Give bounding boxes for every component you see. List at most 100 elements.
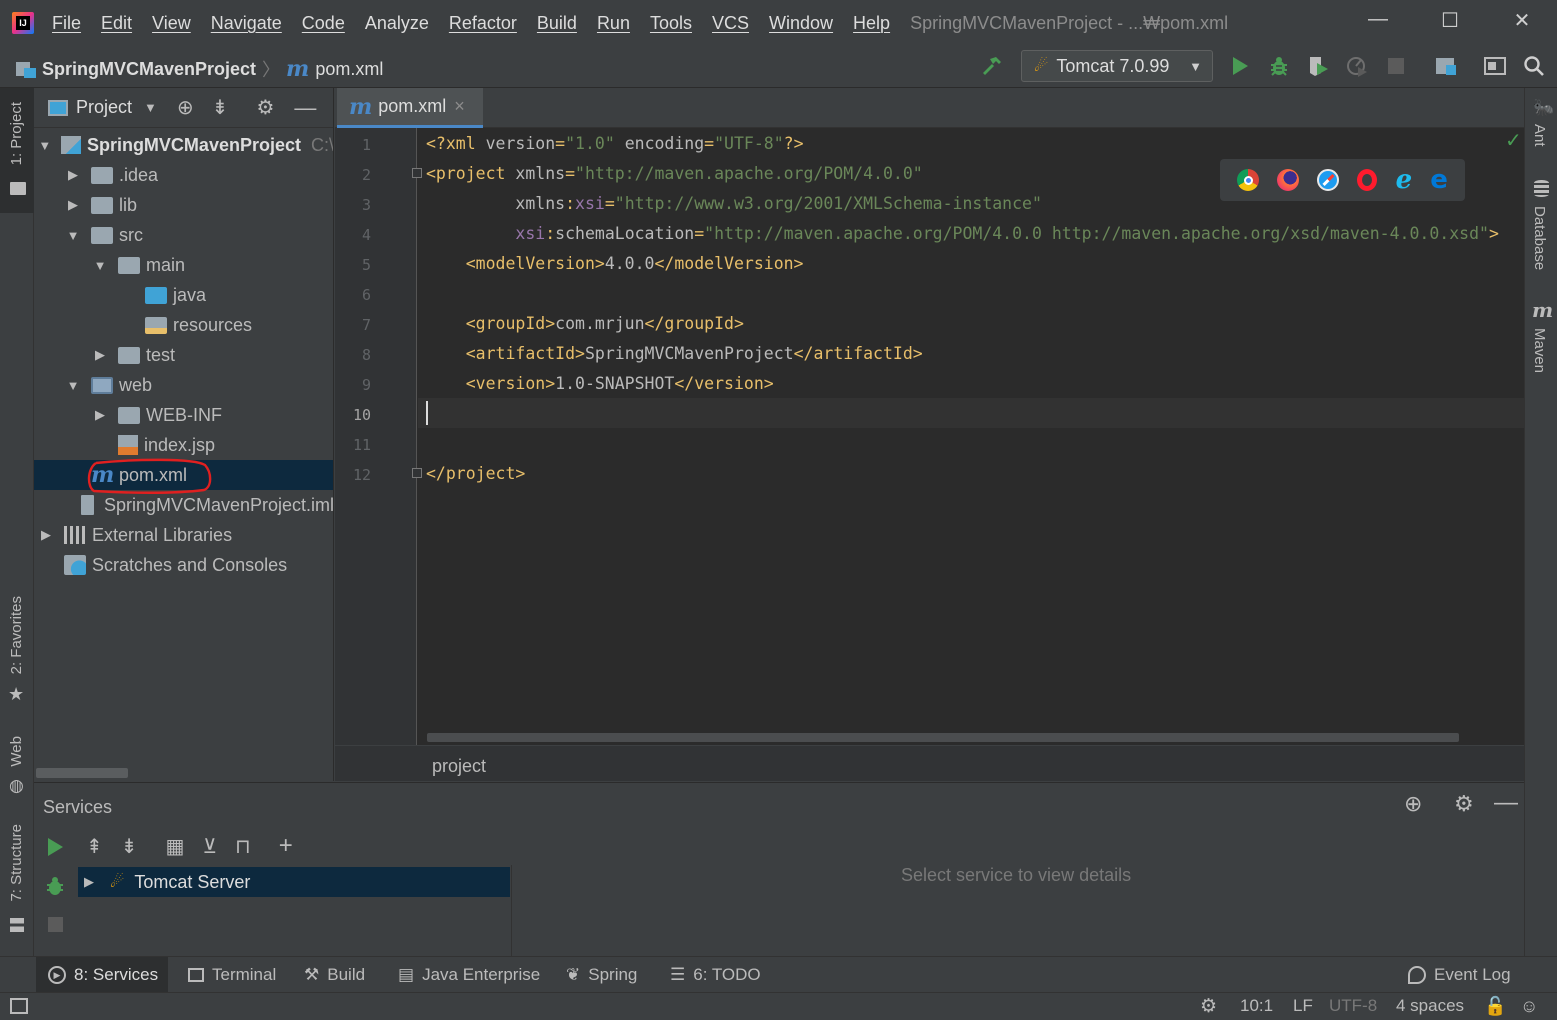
menu-refactor[interactable]: Refactor (449, 13, 517, 34)
run-config-select[interactable]: ☄ Tomcat 7.0.99 ▼ (1021, 50, 1213, 82)
structure-tool-label[interactable]: 7: Structure (8, 824, 25, 902)
tree-item[interactable]: resources (34, 310, 333, 340)
tab-build[interactable]: ⚒ Build (304, 957, 365, 993)
locate-icon[interactable]: ⊕ (177, 95, 194, 120)
minimize-button[interactable]: — (1353, 8, 1403, 33)
run-icon[interactable] (1226, 52, 1254, 80)
hide-panel-icon[interactable]: — (294, 95, 316, 121)
web-tool-label[interactable]: Web (8, 736, 25, 767)
stop-service-icon[interactable] (48, 917, 63, 932)
tab-terminal[interactable]: Terminal (188, 957, 276, 993)
code-editor[interactable]: 1 2 3 4 5 6 7 8 9 10 11 12 <?xml version="1.0" enco… (335, 128, 1524, 745)
file-encoding[interactable]: UTF-8 (1329, 996, 1377, 1016)
expanded-arrow-icon[interactable]: ▼ (65, 378, 81, 393)
expanded-arrow-icon[interactable]: ▼ (38, 138, 52, 153)
tree-item[interactable]: ▶ .idea (34, 160, 333, 190)
collapsed-arrow-icon[interactable]: ▶ (38, 527, 54, 543)
profile-icon[interactable] (1343, 52, 1371, 80)
expanded-arrow-icon[interactable]: ▼ (65, 228, 81, 243)
project-view-select[interactable]: Project (76, 97, 132, 118)
gear-icon[interactable]: ⚙ (1454, 791, 1474, 817)
maven-tool-label[interactable]: Maven (1531, 328, 1548, 373)
database-tool-label[interactable]: Database (1531, 206, 1548, 270)
fold-marker-icon[interactable] (412, 168, 422, 178)
menu-help[interactable]: Help (853, 13, 890, 34)
tree-item[interactable]: ▶ test (34, 340, 333, 370)
group-by-icon[interactable]: ▦ (166, 834, 185, 859)
menu-vcs[interactable]: VCS (712, 13, 749, 34)
expand-arrow-icon[interactable]: ▶ (84, 874, 94, 890)
menu-code[interactable]: Code (302, 13, 345, 34)
database-icon[interactable] (1534, 180, 1549, 197)
new-tab-icon[interactable]: ⊓ (235, 834, 251, 859)
coverage-icon[interactable] (1304, 52, 1332, 80)
tab-close-icon[interactable]: × (454, 96, 465, 117)
collapsed-arrow-icon[interactable]: ▶ (92, 347, 108, 363)
caret-position[interactable]: 10:1 (1240, 996, 1273, 1016)
editor-horizontal-scrollbar[interactable] (427, 733, 1459, 742)
menu-view[interactable]: View (152, 13, 191, 34)
toggle-tool-windows-icon[interactable] (10, 998, 28, 1014)
maximize-button[interactable]: ☐ (1425, 8, 1475, 33)
tree-item[interactable]: Scratches and Consoles (34, 550, 333, 580)
debug-icon[interactable] (1265, 52, 1293, 80)
gear-icon[interactable]: ⚙ (256, 95, 274, 120)
menu-run[interactable]: Run (597, 13, 630, 34)
collapsed-arrow-icon[interactable]: ▶ (65, 167, 81, 183)
tab-java-enterprise[interactable]: ▤ Java Enterprise (398, 957, 540, 993)
tab-event-log[interactable]: Event Log (1408, 957, 1511, 993)
menu-file[interactable]: File (52, 13, 81, 34)
build-hammer-icon[interactable] (978, 52, 1006, 80)
tab-pom-xml[interactable]: m pom.xml × (337, 88, 483, 128)
locate-icon[interactable]: ⊕ (1404, 791, 1422, 817)
internet-explorer-icon[interactable]: e (1396, 167, 1413, 193)
tree-item[interactable]: index.jsp (34, 430, 333, 460)
tab-todo[interactable]: ☰ 6: TODO (670, 957, 761, 993)
favorites-tool-label[interactable]: 2: Favorites (8, 596, 25, 674)
expand-all-icon[interactable]: ⇞ (86, 834, 103, 859)
chrome-icon[interactable] (1237, 169, 1260, 191)
firefox-icon[interactable] (1277, 169, 1300, 191)
fold-marker-icon[interactable] (412, 468, 422, 478)
opera-icon[interactable] (1357, 169, 1378, 191)
presentation-icon[interactable] (1481, 52, 1509, 80)
tree-item[interactable]: ▼ src (34, 220, 333, 250)
tree-item[interactable]: ▼ main (34, 250, 333, 280)
globe-icon[interactable]: ◍ (9, 776, 24, 796)
filter-icon[interactable]: ⊻ (202, 834, 217, 859)
background-tasks-icon[interactable]: ⚙ (1200, 995, 1217, 1018)
search-icon[interactable] (1520, 52, 1548, 80)
collapse-all-icon[interactable]: ⇟ (212, 95, 229, 120)
inspector-icon[interactable]: ☺ (1520, 996, 1538, 1017)
services-tree-item[interactable]: ▶ ☄ Tomcat Server (78, 867, 510, 897)
menu-analyze[interactable]: Analyze (365, 13, 429, 34)
tab-services[interactable]: ▶ 8: Services (36, 957, 168, 993)
ant-icon[interactable]: 🐜 (1533, 98, 1554, 118)
collapsed-arrow-icon[interactable]: ▶ (92, 407, 108, 423)
menu-window[interactable]: Window (769, 13, 833, 34)
menu-tools[interactable]: Tools (650, 13, 692, 34)
run-service-icon[interactable] (46, 837, 64, 857)
close-window-button[interactable]: ✕ (1497, 8, 1547, 33)
structure-icon[interactable] (10, 918, 24, 932)
project-tool-tab[interactable]: 1: Project (0, 88, 34, 213)
tree-item[interactable]: ▶ lib (34, 190, 333, 220)
breadcrumb-file[interactable]: pom.xml (315, 59, 383, 80)
editor-breadcrumb[interactable]: project (432, 756, 486, 777)
tree-item[interactable]: ▼ SpringMVCMavenProject C:\ (34, 130, 333, 160)
tree-item[interactable]: ▶ External Libraries (34, 520, 333, 550)
stop-icon[interactable] (1382, 52, 1410, 80)
maven-panel-icon[interactable]: m (1532, 298, 1553, 322)
horizontal-scrollbar[interactable] (36, 768, 128, 778)
chevron-down-icon[interactable]: ▼ (144, 100, 157, 115)
tree-item[interactable]: java (34, 280, 333, 310)
expanded-arrow-icon[interactable]: ▼ (92, 258, 108, 273)
collapse-all-icon[interactable]: ⇟ (121, 834, 138, 859)
hide-panel-icon[interactable]: — (1494, 789, 1518, 817)
collapsed-arrow-icon[interactable]: ▶ (65, 197, 81, 213)
lock-icon[interactable]: 🔓 (1484, 996, 1506, 1017)
add-service-icon[interactable]: + (279, 832, 293, 860)
star-icon[interactable]: ★ (8, 684, 24, 705)
menu-edit[interactable]: Edit (101, 13, 132, 34)
project-structure-icon[interactable] (1432, 52, 1460, 80)
